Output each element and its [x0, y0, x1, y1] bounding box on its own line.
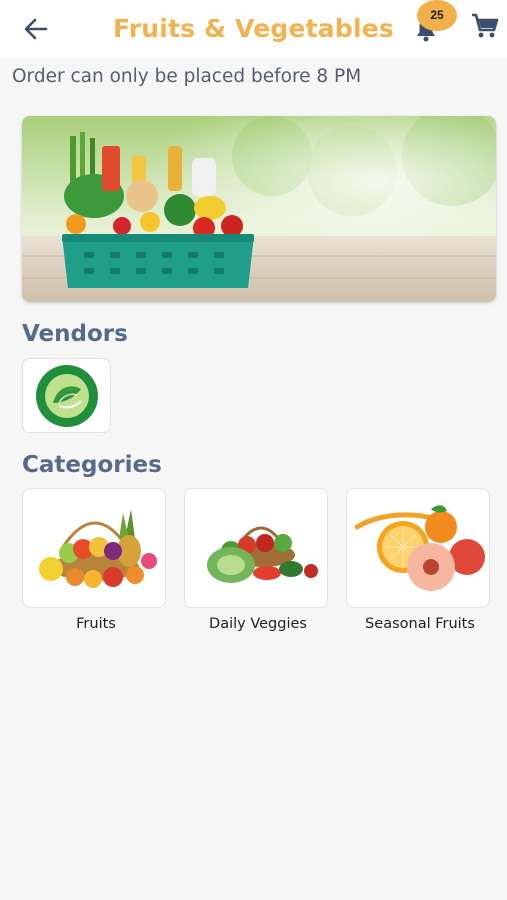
category-label-daily-veggies: Daily Veggies	[209, 616, 307, 632]
notification-badge: 25	[417, 0, 457, 31]
vendors-heading: Vendors	[22, 321, 128, 347]
cart-icon[interactable]	[470, 12, 500, 40]
category-card-fruits[interactable]	[22, 488, 166, 608]
order-time-notice: Order can only be placed before 8 PM	[12, 66, 362, 87]
vegetable-basket-image	[207, 526, 318, 583]
organic-logo	[34, 363, 100, 429]
app-header: Fruits & Vegetables 25	[0, 0, 507, 58]
vegetable-basket-banner-image	[22, 116, 496, 302]
seasonal-fruits-image	[354, 505, 485, 591]
category-label-fruits: Fruits	[76, 616, 116, 632]
vendor-card[interactable]	[22, 358, 111, 433]
category-label-seasonal-fruits: Seasonal Fruits	[365, 616, 475, 632]
category-card-daily-veggies[interactable]	[184, 488, 328, 608]
categories-heading: Categories	[22, 452, 162, 478]
fruit-basket-image	[39, 509, 157, 588]
promo-banner[interactable]	[22, 116, 496, 302]
category-card-seasonal-fruits[interactable]	[346, 488, 490, 608]
